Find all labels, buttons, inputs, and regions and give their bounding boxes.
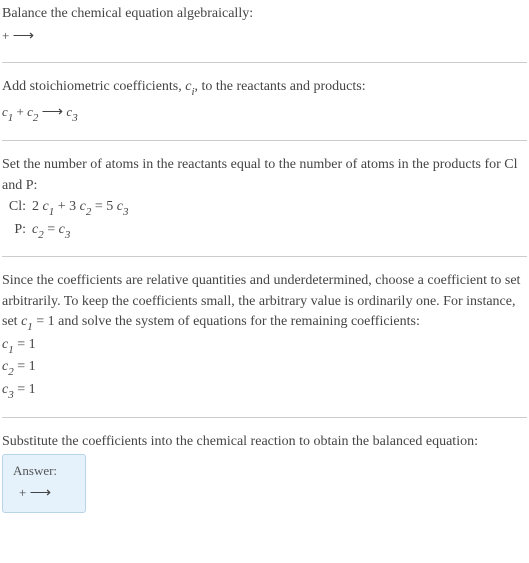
- c3-sub: 3: [65, 229, 71, 241]
- element-label-p: P:: [2, 219, 32, 242]
- add-coefficients-section: Add stoichiometric coefficients, c i, to …: [2, 77, 527, 126]
- table-row: P: c2 = c3: [2, 219, 527, 242]
- final-text: Substitute the coefficients into the che…: [2, 432, 527, 452]
- element-label-cl: Cl:: [2, 196, 32, 219]
- c1-sub: 1: [27, 321, 33, 333]
- answer-equation: +: [13, 483, 57, 502]
- divider: [2, 140, 527, 141]
- arrow-icon: [30, 485, 52, 500]
- c1-var: c: [43, 199, 49, 214]
- coeff-num: 2: [32, 199, 43, 214]
- intro-eq-plus: +: [2, 28, 13, 43]
- solution-c1: c1 = 1: [2, 335, 527, 358]
- divider: [2, 417, 527, 418]
- c-sub: 3: [8, 389, 14, 401]
- final-section: Substitute the coefficients into the che…: [2, 432, 527, 513]
- plus: +: [13, 104, 27, 119]
- intro-equation: +: [2, 24, 527, 48]
- c1-var: c: [2, 104, 8, 119]
- atom-balance-table: Cl: 2 c1 + 3 c2 = 5 c3 P: c2 = c3: [2, 196, 527, 243]
- c2-var: c: [80, 199, 86, 214]
- arrow-icon: [42, 104, 64, 119]
- table-row: Cl: 2 c1 + 3 c2 = 5 c3: [2, 196, 527, 219]
- c3-sub: 3: [72, 112, 78, 124]
- ci-sub: i: [191, 86, 194, 98]
- coeff-equation: c1 + c2 c3: [2, 100, 527, 126]
- divider: [2, 256, 527, 257]
- c2-sub: 2: [86, 206, 92, 218]
- c-sub: 1: [8, 344, 14, 356]
- text-part: = 1 and solve the system of equations fo…: [33, 314, 420, 329]
- equals-val: = 1: [14, 382, 36, 397]
- c1-sub: 1: [49, 206, 55, 218]
- c2-sub: 2: [33, 112, 39, 124]
- equals: =: [44, 222, 59, 237]
- c1-sub: 1: [8, 112, 14, 124]
- text-part: , to the reactants and products:: [195, 79, 366, 94]
- equals-val: = 1: [14, 337, 36, 352]
- solve-section: Since the coefficients are relative quan…: [2, 271, 527, 403]
- intro-text: Balance the chemical equation algebraica…: [2, 4, 527, 24]
- atom-equation-cl: 2 c1 + 3 c2 = 5 c3: [32, 196, 128, 219]
- solution-c3: c3 = 1: [2, 380, 527, 403]
- c3-sub: 3: [123, 206, 129, 218]
- text-part: Add stoichiometric coefficients,: [2, 79, 185, 94]
- c3-var: c: [59, 222, 65, 237]
- solve-text: Since the coefficients are relative quan…: [2, 271, 527, 334]
- equals-val: = 1: [14, 359, 36, 374]
- equals: = 5: [91, 199, 116, 214]
- atom-balance-text: Set the number of atoms in the reactants…: [2, 155, 527, 196]
- arrow-icon: [13, 28, 35, 43]
- answer-label: Answer:: [13, 463, 57, 479]
- c-sub: 2: [8, 366, 14, 378]
- intro-section: Balance the chemical equation algebraica…: [2, 4, 527, 48]
- answer-box: Answer: +: [2, 454, 86, 513]
- solution-c2: c2 = 1: [2, 357, 527, 380]
- atom-equation-p: c2 = c3: [32, 219, 70, 242]
- divider: [2, 62, 527, 63]
- answer-plus: +: [19, 485, 30, 500]
- plus: + 3: [54, 199, 79, 214]
- atom-balance-section: Set the number of atoms in the reactants…: [2, 155, 527, 242]
- c2-sub: 2: [38, 229, 44, 241]
- add-coeff-text: Add stoichiometric coefficients, ci, to …: [2, 77, 527, 100]
